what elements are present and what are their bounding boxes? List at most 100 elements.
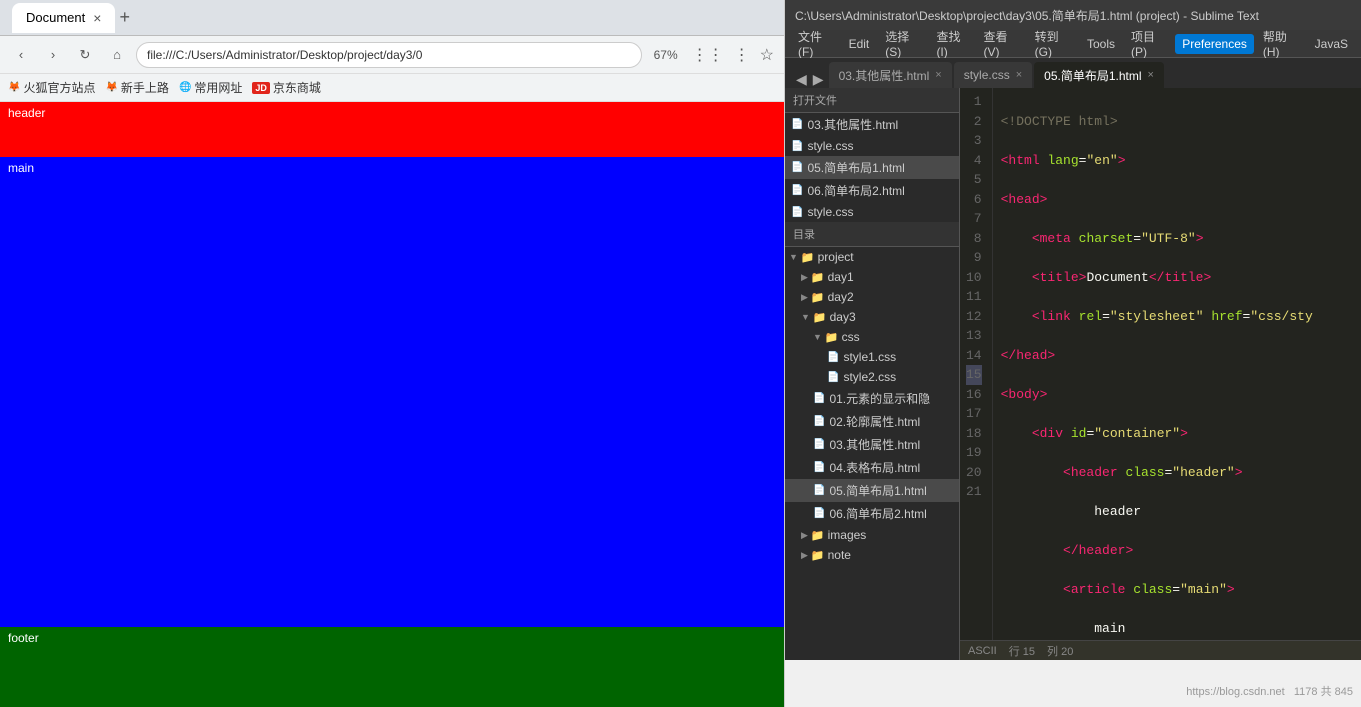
menu-find[interactable]: 查找(I) [929, 25, 974, 62]
page-main-section: main [0, 157, 784, 627]
page-content: header main footer [0, 102, 784, 707]
folder-label: day3 [830, 310, 856, 324]
folder-icon: 📁 [801, 251, 815, 264]
bookmark-label: 京东商城 [273, 79, 321, 96]
folder-css[interactable]: ▼ 📁 css [785, 327, 959, 347]
bookmark-firefox[interactable]: 🦊 火狐官方站点 [8, 79, 95, 96]
sidebar-file-label: style.css [807, 139, 853, 153]
sidebar-open-file-1[interactable]: 📄 03.其他属性.html [785, 113, 959, 136]
sidebar-open-file-5[interactable]: 📄 style.css [785, 202, 959, 222]
new-tab-button[interactable]: + [119, 7, 130, 28]
folder-day3[interactable]: ▼ 📁 day3 [785, 307, 959, 327]
watermark: https://blog.csdn.net 1178 共 845 [1186, 683, 1353, 699]
menu-view[interactable]: 查看(V) [977, 25, 1026, 62]
folder-label: project [818, 250, 854, 264]
folder-day2[interactable]: ▶ 📁 day2 [785, 287, 959, 307]
sidebar-tree-file-01[interactable]: 📄 01.元素的显示和隐 [785, 387, 959, 410]
menu-file[interactable]: 文件(F) [791, 25, 840, 62]
tab-close-icon[interactable]: × [93, 10, 101, 26]
back-button[interactable]: ‹ [8, 42, 34, 68]
home-button[interactable]: ⌂ [104, 42, 130, 68]
folder-day1[interactable]: ▶ 📁 day1 [785, 267, 959, 287]
expand-arrow: ▶ [801, 272, 808, 283]
statusbar-line: 行 15 [1009, 643, 1035, 659]
menu-js[interactable]: JavaS [1308, 34, 1355, 54]
tab-close-icon[interactable]: × [1016, 69, 1022, 81]
sidebar-file-label: 05.简单布局1.html [829, 482, 926, 499]
menu-goto[interactable]: 转到(G) [1028, 25, 1078, 62]
bookmark-label: 火狐官方站点 [23, 79, 95, 96]
expand-arrow: ▶ [801, 550, 808, 561]
sidebar-file-label: 03.其他属性.html [829, 436, 920, 453]
folder-images[interactable]: ▶ 📁 images [785, 525, 959, 545]
forward-button[interactable]: › [40, 42, 66, 68]
menu-help[interactable]: 帮助(H) [1256, 25, 1306, 62]
file-icon: 📄 [791, 141, 803, 152]
watermark-text: https://blog.csdn.net [1186, 686, 1284, 698]
menu-project[interactable]: 项目(P) [1124, 25, 1173, 62]
sidebar-tree-file-05[interactable]: 📄 05.简单布局1.html [785, 479, 959, 502]
sidebar-file-label: style1.css [843, 350, 896, 364]
sidebar-tree-file-style1[interactable]: 📄 style1.css [785, 347, 959, 367]
sidebar-tree-file-style2[interactable]: 📄 style2.css [785, 367, 959, 387]
sidebar-tree-file-04[interactable]: 📄 04.表格布局.html [785, 456, 959, 479]
browser-tab[interactable]: Document × [12, 3, 115, 33]
sidebar-file-label: 01.元素的显示和隐 [829, 390, 930, 407]
tab-prev-button[interactable]: ◀ [793, 71, 810, 88]
menu-select[interactable]: 选择(S) [878, 25, 927, 62]
sidebar-tree-file-03[interactable]: 📄 03.其他属性.html [785, 433, 959, 456]
address-bar[interactable]: file:///C:/Users/Administrator/Desktop/p… [136, 42, 642, 68]
code-editor[interactable]: 12345 678910 1112131415 161718192021 <!D… [960, 88, 1361, 660]
folder-label: day1 [828, 270, 854, 284]
folder-icon: 📁 [825, 331, 839, 344]
expand-arrow: ▶ [801, 292, 808, 303]
sidebar-open-file-4[interactable]: 📄 06.简单布局2.html [785, 179, 959, 202]
tab-close-icon[interactable]: × [1148, 69, 1154, 81]
file-icon: 📄 [791, 162, 803, 173]
statusbar-encoding: ASCII [968, 645, 997, 657]
bookmark-icon[interactable]: ☆ [758, 43, 776, 67]
folder-icon: 📁 [811, 529, 825, 542]
bookmark-label: 新手上路 [121, 79, 169, 96]
open-files-header: 打开文件 [785, 88, 959, 113]
tab-label: style.css [964, 68, 1010, 82]
browser-window: Document × + ‹ › ↻ ⌂ file:///C:/Users/Ad… [0, 0, 785, 707]
address-text: file:///C:/Users/Administrator/Desktop/p… [147, 48, 422, 62]
sidebar-open-file-3[interactable]: 📄 05.简单布局1.html [785, 156, 959, 179]
tab-other-attrs[interactable]: 03.其他属性.html × [829, 62, 952, 88]
sidebar-tree-file-02[interactable]: 📄 02.轮廓属性.html [785, 410, 959, 433]
tab-label: 05.简单布局1.html [1044, 67, 1141, 84]
bookmark-common[interactable]: 🌐 常用网址 [179, 79, 242, 96]
sublime-statusbar: ASCII 行 15 列 20 [960, 640, 1361, 660]
browser-titlebar: Document × + [0, 0, 784, 36]
tab-close-icon[interactable]: × [935, 69, 941, 81]
file-icon: 📄 [813, 508, 825, 519]
extensions-icon[interactable]: ⋮⋮ [690, 43, 726, 67]
common-icon: 🌐 [179, 82, 191, 93]
sidebar-open-file-2[interactable]: 📄 style.css [785, 136, 959, 156]
zoom-level: 67% [648, 46, 684, 64]
folder-note[interactable]: ▶ 📁 note [785, 545, 959, 565]
menu-preferences[interactable]: Preferences [1175, 34, 1254, 54]
sublime-sidebar: 打开文件 📄 03.其他属性.html 📄 style.css 📄 05.简单布… [785, 88, 960, 660]
bookmark-newuser[interactable]: 🦊 新手上路 [105, 79, 168, 96]
folder-project[interactable]: ▼ 📁 project [785, 247, 959, 267]
sublime-tabs: ◀ ▶ 03.其他属性.html × style.css × 05.简单布局1.… [785, 58, 1361, 88]
sidebar-file-label: 06.简单布局2.html [829, 505, 926, 522]
tab-style-css[interactable]: style.css × [954, 62, 1032, 88]
file-icon: 📄 [813, 485, 825, 496]
menu-tools[interactable]: Tools [1080, 34, 1122, 54]
tab-simple-layout[interactable]: 05.简单布局1.html × [1034, 62, 1164, 88]
file-icon: 📄 [813, 462, 825, 473]
folder-label: day2 [828, 290, 854, 304]
menu-icon[interactable]: ⋮ [732, 43, 752, 67]
sublime-window: C:\Users\Administrator\Desktop\project\d… [785, 0, 1361, 660]
menu-edit[interactable]: Edit [842, 34, 877, 54]
tab-next-button[interactable]: ▶ [810, 71, 827, 88]
file-icon: 📄 [791, 185, 803, 196]
sidebar-tree-file-06[interactable]: 📄 06.简单布局2.html [785, 502, 959, 525]
expand-arrow: ▼ [789, 252, 798, 262]
refresh-button[interactable]: ↻ [72, 42, 98, 68]
bookmark-jd[interactable]: JD 京东商城 [252, 79, 321, 96]
tab-nav-arrows: ◀ ▶ [793, 71, 827, 88]
